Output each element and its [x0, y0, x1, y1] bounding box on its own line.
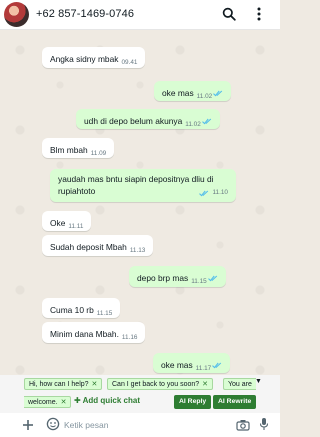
contact-name[interactable]: +62 857-1469-0746: [36, 8, 134, 20]
message-time: 11.13: [129, 247, 146, 254]
close-icon[interactable]: ✕: [92, 381, 98, 388]
message-incoming[interactable]: Angka sidny mbak 09.41: [42, 47, 146, 68]
suggestion-chip[interactable]: You are: [223, 378, 256, 390]
message-text: Angka sidny mbak: [50, 54, 119, 64]
suggestion-label: Can I get back to you soon?: [112, 381, 200, 388]
message-time: 11.16: [121, 334, 138, 341]
suggestion-chip[interactable]: Hi, how can I help? ✕: [24, 378, 103, 390]
message-text: yaudah mas bntu siapin depositnya dliu d…: [58, 174, 214, 196]
suggestion-chip-continued[interactable]: welcome. ✕: [24, 396, 72, 408]
message-incoming[interactable]: Minim dana Mbah. 11.16: [42, 322, 146, 343]
message-text: Sudah deposit Mbah: [50, 242, 127, 252]
search-icon[interactable]: [222, 7, 236, 26]
message-time: 11.15: [96, 310, 113, 317]
message-text: Oke: [50, 218, 66, 228]
suggestion-label: Hi, how can I help?: [29, 381, 89, 388]
message-text: oke mas: [161, 360, 193, 370]
suggestion-chip[interactable]: Can I get back to you soon? ✕: [107, 378, 214, 390]
microphone-icon[interactable]: [259, 417, 269, 436]
chat-header: +62 857-1469-0746: [0, 0, 280, 30]
read-ticks-icon: [213, 88, 223, 100]
message-time: 11.11: [68, 223, 84, 230]
message-outgoing[interactable]: udh di depo belum akunya 11.02: [76, 109, 220, 129]
message-outgoing[interactable]: oke mas 11.17: [153, 353, 231, 373]
message-time: 11.10: [212, 189, 228, 196]
more-vertical-icon[interactable]: [256, 7, 262, 26]
caret-down-icon[interactable]: ▼: [255, 378, 262, 385]
message-time: 11.17: [195, 365, 212, 372]
message-time: 11.02: [185, 121, 201, 128]
read-ticks-icon: [207, 273, 218, 285]
message-outgoing[interactable]: oke mas 11.02: [154, 81, 232, 101]
camera-icon[interactable]: [236, 418, 250, 436]
suggestion-label: welcome.: [28, 399, 58, 406]
message-text: Cuma 10 rb: [50, 305, 94, 315]
message-text: depo brp mas: [137, 273, 189, 283]
message-text: udh di depo belum akunya: [84, 116, 183, 126]
close-icon[interactable]: ✕: [202, 381, 208, 388]
ai-reply-button[interactable]: AI Reply: [174, 395, 212, 409]
suggestion-label: You are: [228, 381, 252, 388]
read-ticks-icon: [201, 116, 212, 128]
plus-icon: ✚: [74, 396, 81, 405]
sticker-icon[interactable]: [46, 417, 60, 436]
contact-avatar[interactable]: [4, 2, 29, 27]
add-quick-chat-label: Add quick chat: [82, 396, 140, 405]
message-incoming[interactable]: Blm mbah 11.09: [42, 138, 115, 158]
message-text: oke mas: [162, 88, 194, 98]
read-ticks-icon: [212, 360, 222, 372]
add-quick-chat-button[interactable]: ✚ Add quick chat: [74, 396, 140, 405]
message-outgoing[interactable]: yaudah mas bntu siapin depositnya dliu d…: [50, 169, 236, 202]
message-text: Blm mbah: [50, 145, 88, 155]
message-time: 11.15: [191, 278, 207, 285]
message-time: 11.09: [90, 150, 107, 157]
chat-area[interactable]: Angka sidny mbak 09.41 oke mas 11.02 udh d…: [0, 30, 280, 375]
message-incoming[interactable]: Oke 11.11: [42, 211, 92, 231]
message-input[interactable]: [64, 418, 214, 432]
close-icon[interactable]: ✕: [61, 399, 67, 406]
ai-rewrite-button[interactable]: AI Rewrite: [213, 395, 257, 409]
message-time: 11.02: [196, 93, 213, 100]
plus-icon[interactable]: [22, 418, 34, 436]
message-incoming[interactable]: Sudah deposit Mbah 11.13: [42, 235, 154, 256]
message-text: Minim dana Mbah.: [50, 329, 119, 339]
message-outgoing[interactable]: depo brp mas 11.15: [129, 266, 226, 287]
message-incoming[interactable]: Cuma 10 rb 11.15: [42, 298, 121, 318]
read-ticks-icon: [199, 188, 209, 200]
message-time: 09.41: [121, 59, 138, 66]
